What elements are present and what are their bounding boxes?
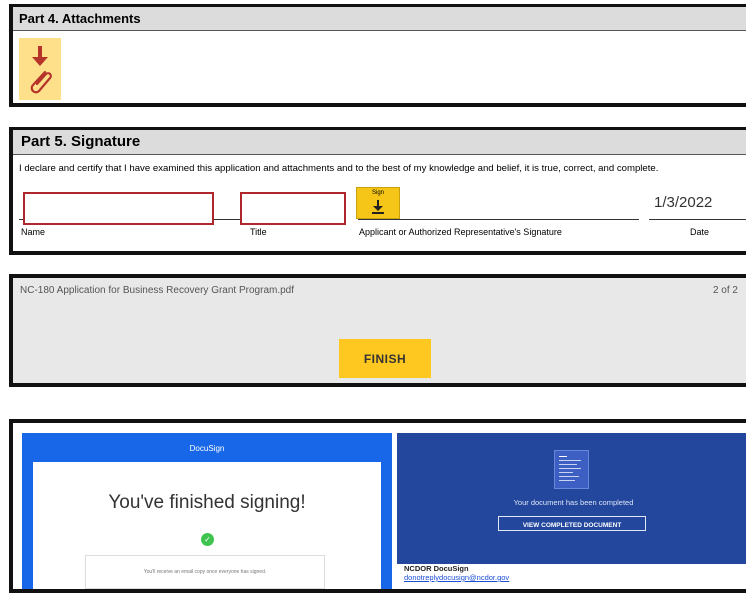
sign-button-label: Sign	[371, 190, 384, 196]
finished-heading: You've finished signing!	[108, 492, 306, 513]
date-label: Date	[690, 227, 710, 237]
completion-panel: DocuSign You've finished signing! ✓ You'…	[9, 419, 746, 593]
view-completed-document-button[interactable]: VIEW COMPLETED DOCUMENT	[498, 516, 646, 531]
part4-title: Part 4. Attachments	[19, 11, 141, 26]
email-copy-note: You'll receive an email copy once everyo…	[85, 555, 325, 589]
sender-name: NCDOR DocuSign	[404, 564, 469, 573]
signature-label: Applicant or Authorized Representative's…	[359, 227, 562, 237]
attachment-button[interactable]	[19, 38, 61, 100]
page-indicator: 2 of 2	[712, 285, 738, 296]
check-icon: ✓	[201, 533, 214, 546]
part4-attachments-section: Part 4. Attachments	[9, 4, 746, 107]
finish-bar: NC-180 Application for Business Recovery…	[9, 274, 746, 387]
title-label: Title	[250, 227, 267, 237]
declaration-text: I declare and certify that I have examin…	[19, 163, 659, 174]
signature-underline	[358, 219, 639, 220]
document-filename: NC-180 Application for Business Recovery…	[20, 285, 295, 296]
sign-button[interactable]: Sign	[356, 187, 400, 219]
title-field[interactable]	[240, 192, 346, 225]
finished-card: You've finished signing! ✓ You'll receiv…	[33, 462, 381, 589]
date-value: 1/3/2022	[654, 194, 713, 211]
sender-email-link[interactable]: donotreplydocusign@ncdor.gov	[404, 573, 509, 582]
name-label: Name	[21, 227, 46, 237]
part4-header: Part 4. Attachments	[13, 7, 746, 31]
download-arrow-icon	[372, 200, 384, 214]
docusign-logo: DocuSign	[189, 444, 225, 453]
completion-email: Your document has been completed VIEW CO…	[397, 423, 746, 589]
attachment-paperclip-icon	[30, 46, 52, 94]
name-field[interactable]	[23, 192, 214, 225]
finish-button[interactable]: FINISH	[339, 339, 431, 378]
completion-email-banner: Your document has been completed VIEW CO…	[397, 433, 746, 564]
date-underline	[649, 219, 746, 220]
document-completed-text: Your document has been completed	[513, 498, 634, 507]
part5-header: Part 5. Signature	[13, 130, 746, 155]
part5-title: Part 5. Signature	[21, 133, 141, 150]
part5-signature-section: Part 5. Signature I declare and certify …	[9, 127, 746, 255]
document-icon	[554, 450, 589, 489]
docusign-finished-screen: DocuSign You've finished signing! ✓ You'…	[22, 433, 392, 589]
